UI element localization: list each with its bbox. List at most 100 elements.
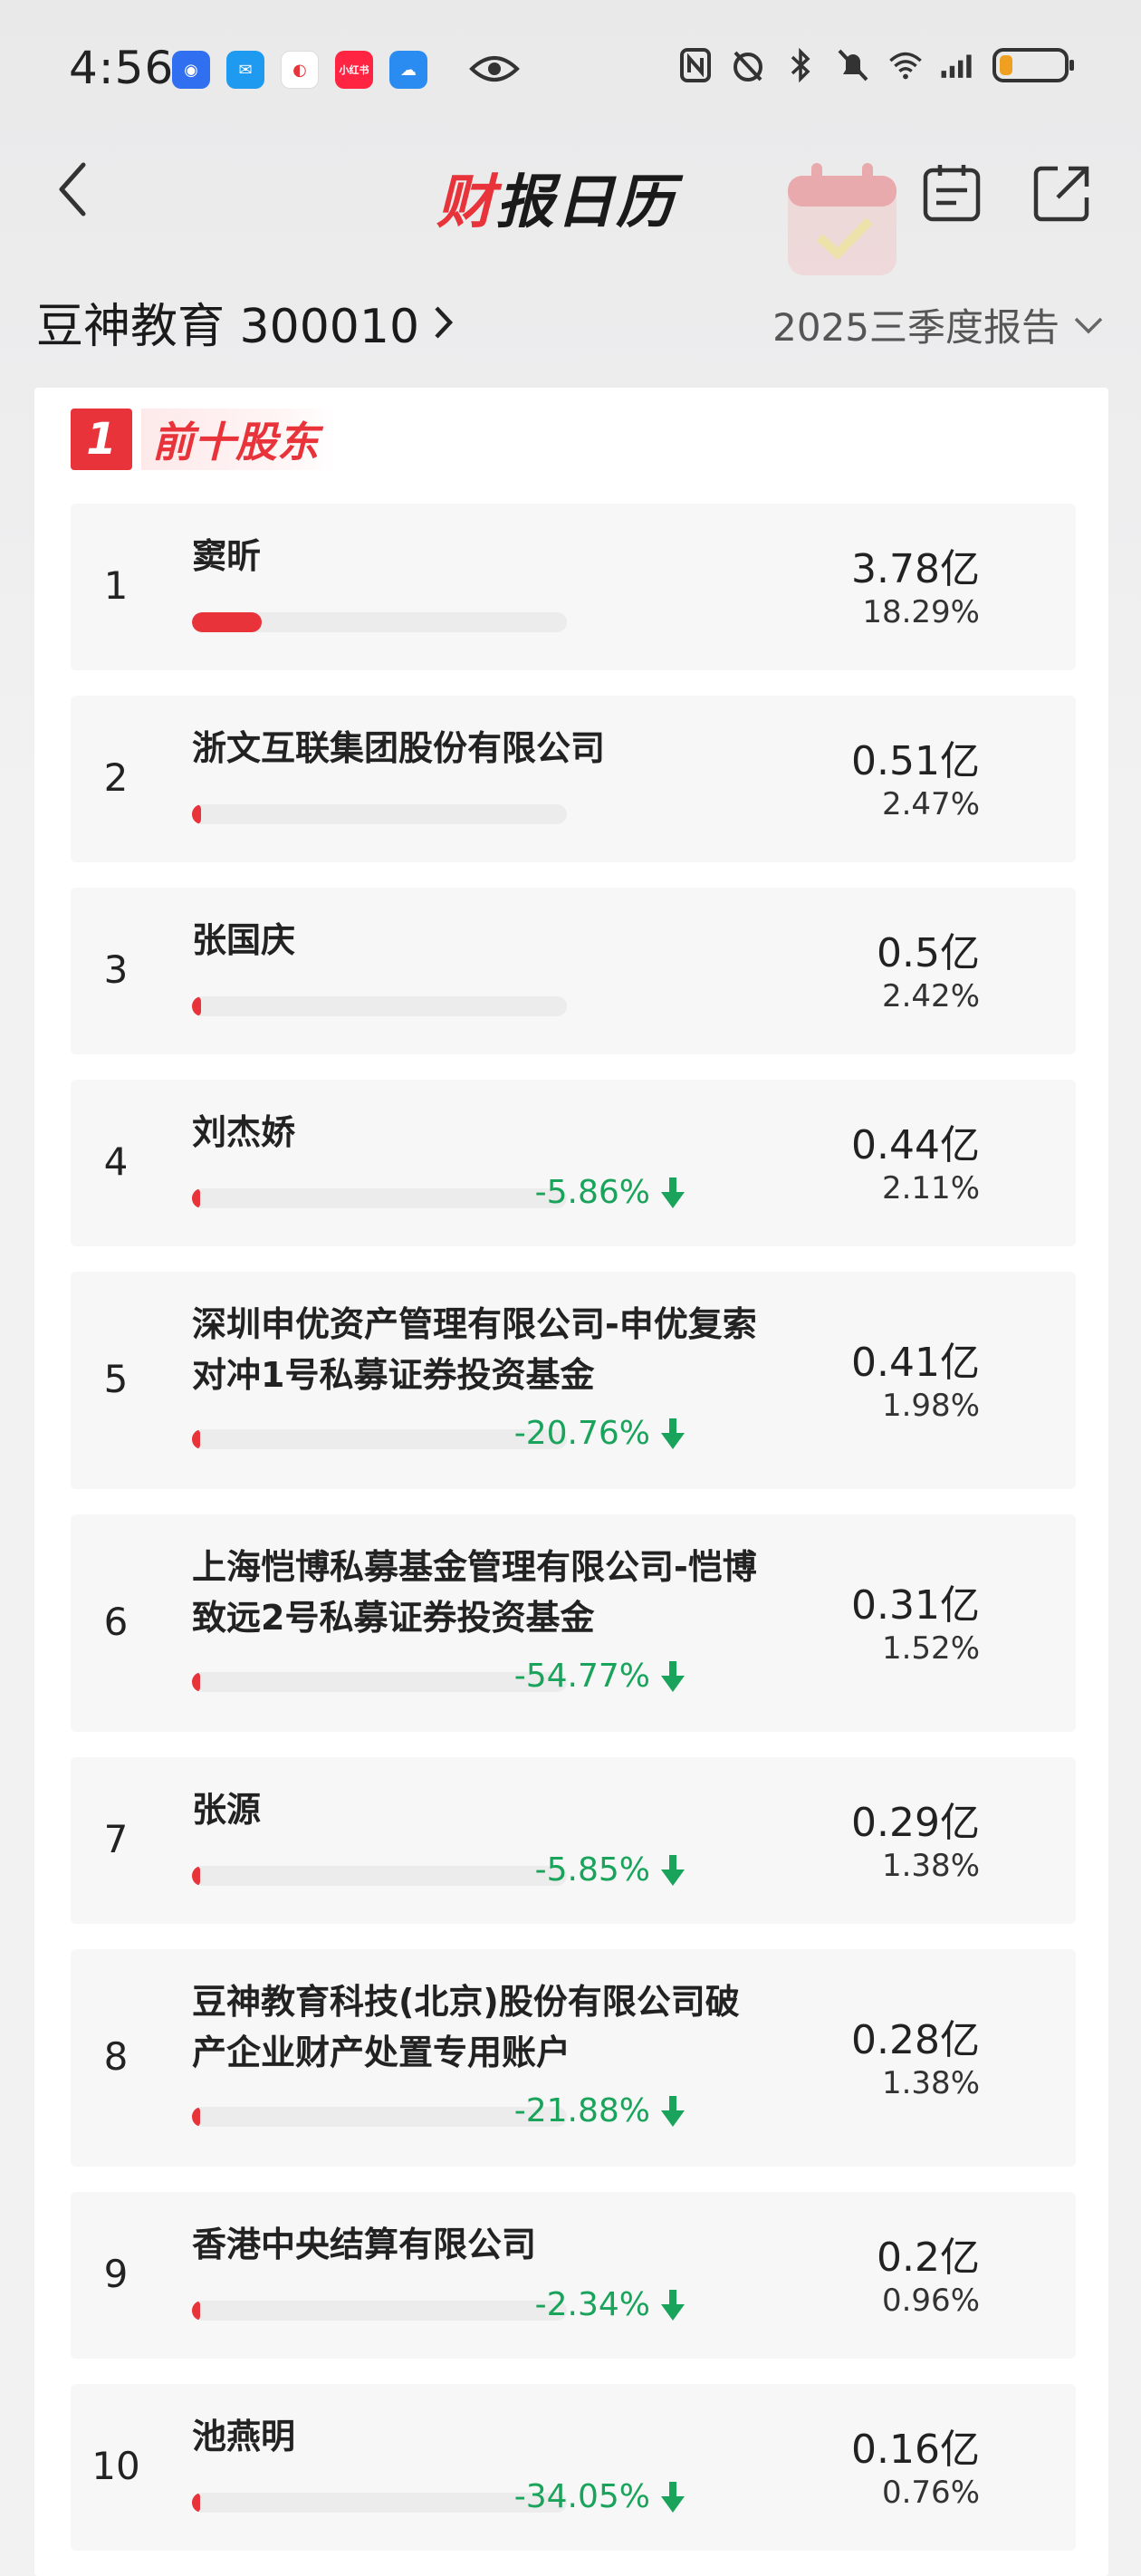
brand-title-rest: 报日历	[496, 169, 676, 236]
holding-amount: 0.31亿	[851, 1582, 980, 1629]
shareholder-rank: 5	[103, 1357, 129, 1401]
shareholder-row[interactable]: 8 豆神教育科技(北京)股份有限公司破产企业财产处置专用账户 -21.88% 0.28…	[71, 1949, 1076, 2167]
shareholder-name: 刘杰娇	[192, 1112, 296, 1152]
holding-amount: 0.2亿	[877, 2235, 980, 2281]
calendar-decoration-icon	[779, 158, 924, 284]
shareholder-rank: 6	[103, 1600, 129, 1644]
shareholder-row[interactable]: 1 窦昕 3.78亿 18.29%	[71, 504, 1076, 670]
shareholder-name: 张国庆	[192, 920, 296, 960]
app-icon-1: ◉	[172, 51, 210, 89]
holding-percentage: 0.76%	[881, 2475, 980, 2511]
shareholder-row[interactable]: 9 香港中央结算有限公司 -2.34% 0.2亿 0.96%	[71, 2192, 1076, 2359]
system-icons	[677, 47, 1074, 83]
chevron-right-icon	[435, 305, 454, 339]
battery-icon	[992, 48, 1074, 82]
holding-amount: 0.16亿	[851, 2427, 980, 2473]
notification-app-icons: ◉ ✉ ◐ 小红书 ☁	[172, 51, 427, 89]
holding-amount: 0.44亿	[851, 1122, 980, 1168]
section-title: 前十股东	[141, 409, 337, 470]
shareholder-name: 张源	[192, 1790, 262, 1830]
holding-bar-fill	[192, 1672, 201, 1692]
shareholder-row[interactable]: 7 张源 -5.85% 0.29亿 1.38%	[71, 1757, 1076, 1924]
holding-percentage: 1.38%	[881, 2065, 980, 2101]
holding-amount: 3.78亿	[851, 546, 980, 592]
holding-bar-fill	[192, 1429, 201, 1449]
shareholder-name: 深圳申优资产管理有限公司-申优复索对冲1号私募证券投资基金	[192, 1304, 757, 1395]
holding-change: -34.05%	[487, 2478, 686, 2515]
stock-title-row: 豆神教育 300010 2025三季度报告	[0, 281, 1141, 362]
shareholder-row[interactable]: 2 浙文互联集团股份有限公司 0.51亿 2.47%	[71, 696, 1076, 862]
holding-percentage: 2.42%	[881, 978, 980, 1014]
alarm-off-icon	[730, 47, 766, 83]
holding-bar-fill	[192, 2493, 201, 2513]
holding-amount: 0.29亿	[851, 1800, 980, 1846]
bluetooth-icon	[782, 47, 819, 83]
shareholder-row[interactable]: 3 张国庆 0.5亿 2.42%	[71, 888, 1076, 1054]
holding-bar-fill	[192, 1866, 201, 1886]
holding-change: -20.76%	[487, 1415, 686, 1452]
signal-icon	[940, 47, 976, 83]
back-button[interactable]	[49, 158, 103, 221]
shareholder-name: 池燕明	[192, 2417, 296, 2456]
shareholder-rank: 2	[103, 755, 129, 800]
holding-percentage: 1.98%	[881, 1388, 980, 1424]
down-arrow-icon	[661, 1418, 685, 1449]
shareholder-row[interactable]: 5 深圳申优资产管理有限公司-申优复索对冲1号私募证券投资基金 -20.76% 0.4…	[71, 1272, 1076, 1489]
holding-bar	[192, 996, 567, 1016]
status-bar: 4:56 ◉ ✉ ◐ 小红书 ☁	[0, 0, 1141, 136]
holding-bar-fill	[192, 2301, 201, 2321]
brand-title: 财报日历	[436, 156, 676, 239]
holding-amount: 0.5亿	[877, 930, 980, 976]
share-icon[interactable]	[1031, 161, 1094, 225]
holding-percentage: 18.29%	[862, 594, 980, 630]
report-period-label: 2025三季度报告	[772, 305, 1060, 350]
shareholder-row[interactable]: 6 上海恺博私募基金管理有限公司-恺博致远2号私募证券投资基金 -54.77% 0.3…	[71, 1514, 1076, 1732]
report-period-dropdown[interactable]: 2025三季度报告	[772, 297, 1105, 352]
status-time: 4:56	[69, 42, 175, 94]
holding-amount: 0.51亿	[851, 738, 980, 784]
holding-bar-fill	[192, 1188, 201, 1208]
holding-bar-fill	[192, 804, 202, 824]
section-number: 1	[71, 409, 132, 470]
shareholder-row[interactable]: 10 池燕明 -34.05% 0.16亿 0.76%	[71, 2384, 1076, 2551]
chevron-down-icon	[1074, 317, 1103, 333]
holding-change-value: -5.85%	[534, 1851, 650, 1889]
stock-selector[interactable]: 豆神教育 300010	[36, 288, 455, 356]
holding-percentage: 0.96%	[881, 2283, 980, 2319]
weather-app-icon: ☁	[389, 51, 427, 89]
down-arrow-icon	[661, 2481, 685, 2513]
holding-change-value: -54.77%	[513, 1658, 650, 1695]
shareholder-row[interactable]: 4 刘杰娇 -5.86% 0.44亿 2.11%	[71, 1080, 1076, 1246]
section-header: 1 前十股东	[71, 408, 337, 471]
top-shareholders-card: 1 前十股东 1 窦昕 3.78亿 18.29% 2 浙文互联集团股份有限公司 0.51亿 2…	[34, 388, 1108, 2576]
holding-bar-fill	[192, 2107, 201, 2127]
holding-percentage: 2.11%	[881, 1170, 980, 1206]
holding-percentage: 1.38%	[881, 1848, 980, 1884]
back-arrow-icon	[59, 162, 86, 216]
holding-change-value: -5.86%	[534, 1174, 650, 1211]
shareholder-rank: 1	[103, 563, 129, 608]
holding-change: -5.86%	[487, 1174, 686, 1211]
holding-bar	[192, 804, 567, 824]
holding-change-value: -21.88%	[513, 2092, 650, 2129]
app-header: 财报日历	[0, 145, 1141, 275]
down-arrow-icon	[661, 2095, 685, 2127]
holding-percentage: 2.47%	[881, 786, 980, 822]
holding-amount: 0.28亿	[851, 2017, 980, 2063]
brand-title-accent: 财	[436, 169, 496, 236]
down-arrow-icon	[661, 1660, 685, 1692]
holding-change: -54.77%	[487, 1658, 686, 1695]
holding-bar-fill	[192, 612, 262, 632]
shareholder-name: 香港中央结算有限公司	[192, 2225, 537, 2264]
battery-level	[1000, 55, 1012, 75]
holding-change-value: -2.34%	[534, 2286, 650, 2323]
holding-change-value: -34.05%	[513, 2478, 650, 2515]
wifi-icon	[887, 47, 924, 83]
shareholder-rank: 7	[103, 1817, 129, 1861]
shareholder-rank: 9	[103, 2252, 129, 2296]
shareholder-list: 1 窦昕 3.78亿 18.29% 2 浙文互联集团股份有限公司 0.51亿 2.47% 3 张国…	[71, 504, 1076, 2576]
xiaohongshu-icon: 小红书	[335, 51, 373, 89]
shareholder-rank: 8	[103, 2034, 129, 2079]
notes-icon[interactable]	[920, 161, 983, 225]
shareholder-rank: 10	[91, 2444, 140, 2488]
